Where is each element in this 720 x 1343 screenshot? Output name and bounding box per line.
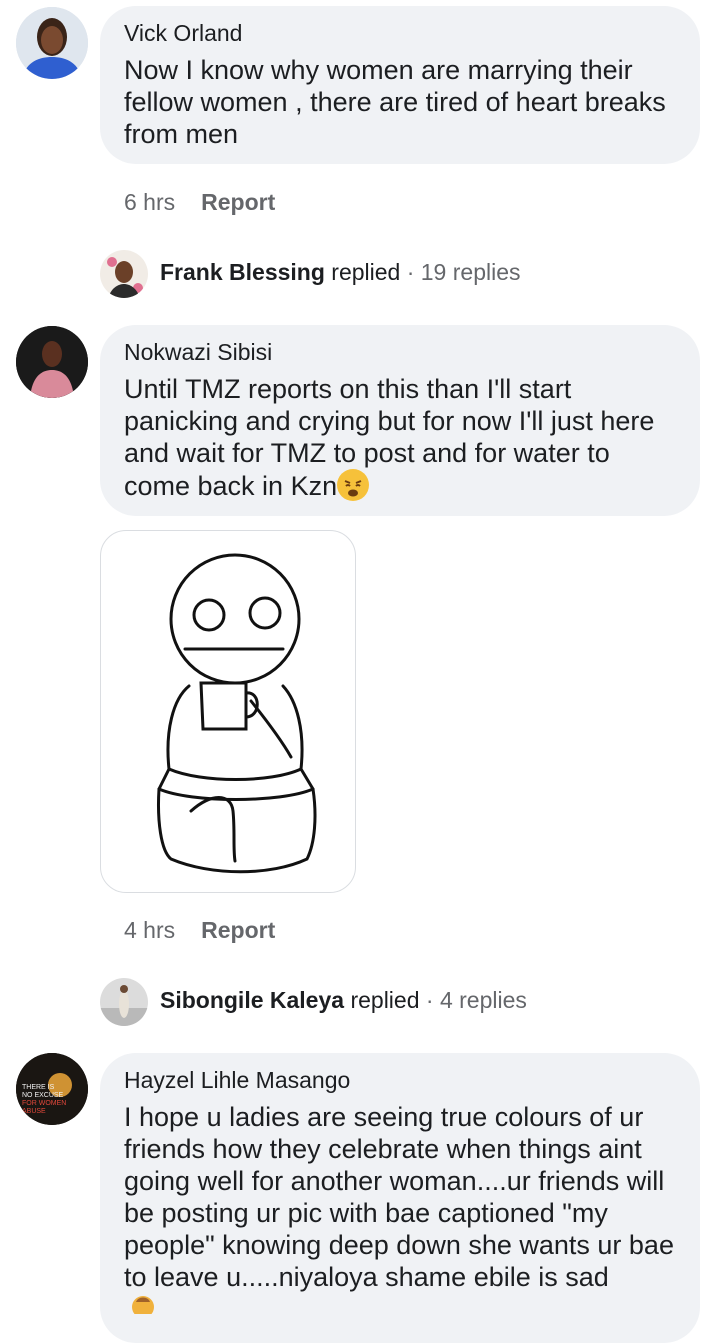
report-button[interactable]: Report — [201, 917, 275, 943]
reply-author: Sibongile Kaleya — [160, 987, 345, 1013]
comment-bubble: Vick Orland Now I know why women are mar… — [100, 6, 700, 164]
comment-time[interactable]: 6 hrs — [124, 189, 175, 215]
reply-avatar[interactable] — [100, 978, 148, 1026]
comment-author[interactable]: Vick Orland — [124, 18, 676, 48]
comment-text: Until TMZ reports on this than I'll star… — [124, 374, 655, 501]
avatar-photo: THERE IS NO EXCUSE FOR WOMEN ABUSE — [16, 1053, 88, 1125]
avatar[interactable] — [16, 7, 88, 79]
reply-count: · 4 replies — [425, 987, 527, 1013]
avatar-text-line: ABUSE — [22, 1108, 46, 1115]
comment-text: I hope u ladies are seeing true colours … — [124, 1102, 674, 1292]
reply-verb: replied — [350, 987, 420, 1013]
weary-face-emoji — [337, 469, 370, 501]
reply-summary[interactable]: Sibongile Kaleya replied · 4 replies — [160, 985, 527, 1015]
comment-time[interactable]: 4 hrs — [124, 917, 175, 943]
avatar-photo — [16, 326, 88, 398]
reply-verb: replied — [331, 259, 401, 285]
avatar-text-line: THERE IS — [22, 1084, 55, 1091]
comment-bubble: Nokwazi Sibisi Until TMZ reports on this… — [100, 325, 700, 516]
avatar[interactable]: THERE IS NO EXCUSE FOR WOMEN ABUSE — [16, 1053, 88, 1125]
reply-summary[interactable]: Frank Blessing replied · 19 replies — [160, 257, 521, 287]
reply-author: Frank Blessing — [160, 259, 325, 285]
meme-drawing — [157, 553, 317, 874]
report-button[interactable]: Report — [201, 189, 275, 215]
comment-attachment-image[interactable] — [100, 530, 356, 893]
reply-avatar[interactable] — [100, 250, 148, 298]
avatar-text-line: NO EXCUSE — [22, 1092, 64, 1099]
comment-text: Now I know why women are marrying their … — [124, 55, 666, 149]
reply-count: · 19 replies — [406, 259, 521, 285]
comment-bubble: Hayzel Lihle Masango I hope u ladies are… — [100, 1053, 700, 1343]
avatar-text-line: FOR WOMEN — [22, 1100, 66, 1107]
reply-avatar-photo — [100, 978, 148, 1026]
comment-meta: 6 hrs Report — [124, 187, 275, 217]
avatar-photo — [16, 7, 88, 79]
reply-avatar-photo — [100, 250, 148, 298]
comment-author[interactable]: Nokwazi Sibisi — [124, 337, 676, 367]
comment-meta: 4 hrs Report — [124, 915, 275, 945]
avatar[interactable] — [16, 326, 88, 398]
emoji — [132, 1294, 154, 1314]
comment-author[interactable]: Hayzel Lihle Masango — [124, 1065, 676, 1095]
